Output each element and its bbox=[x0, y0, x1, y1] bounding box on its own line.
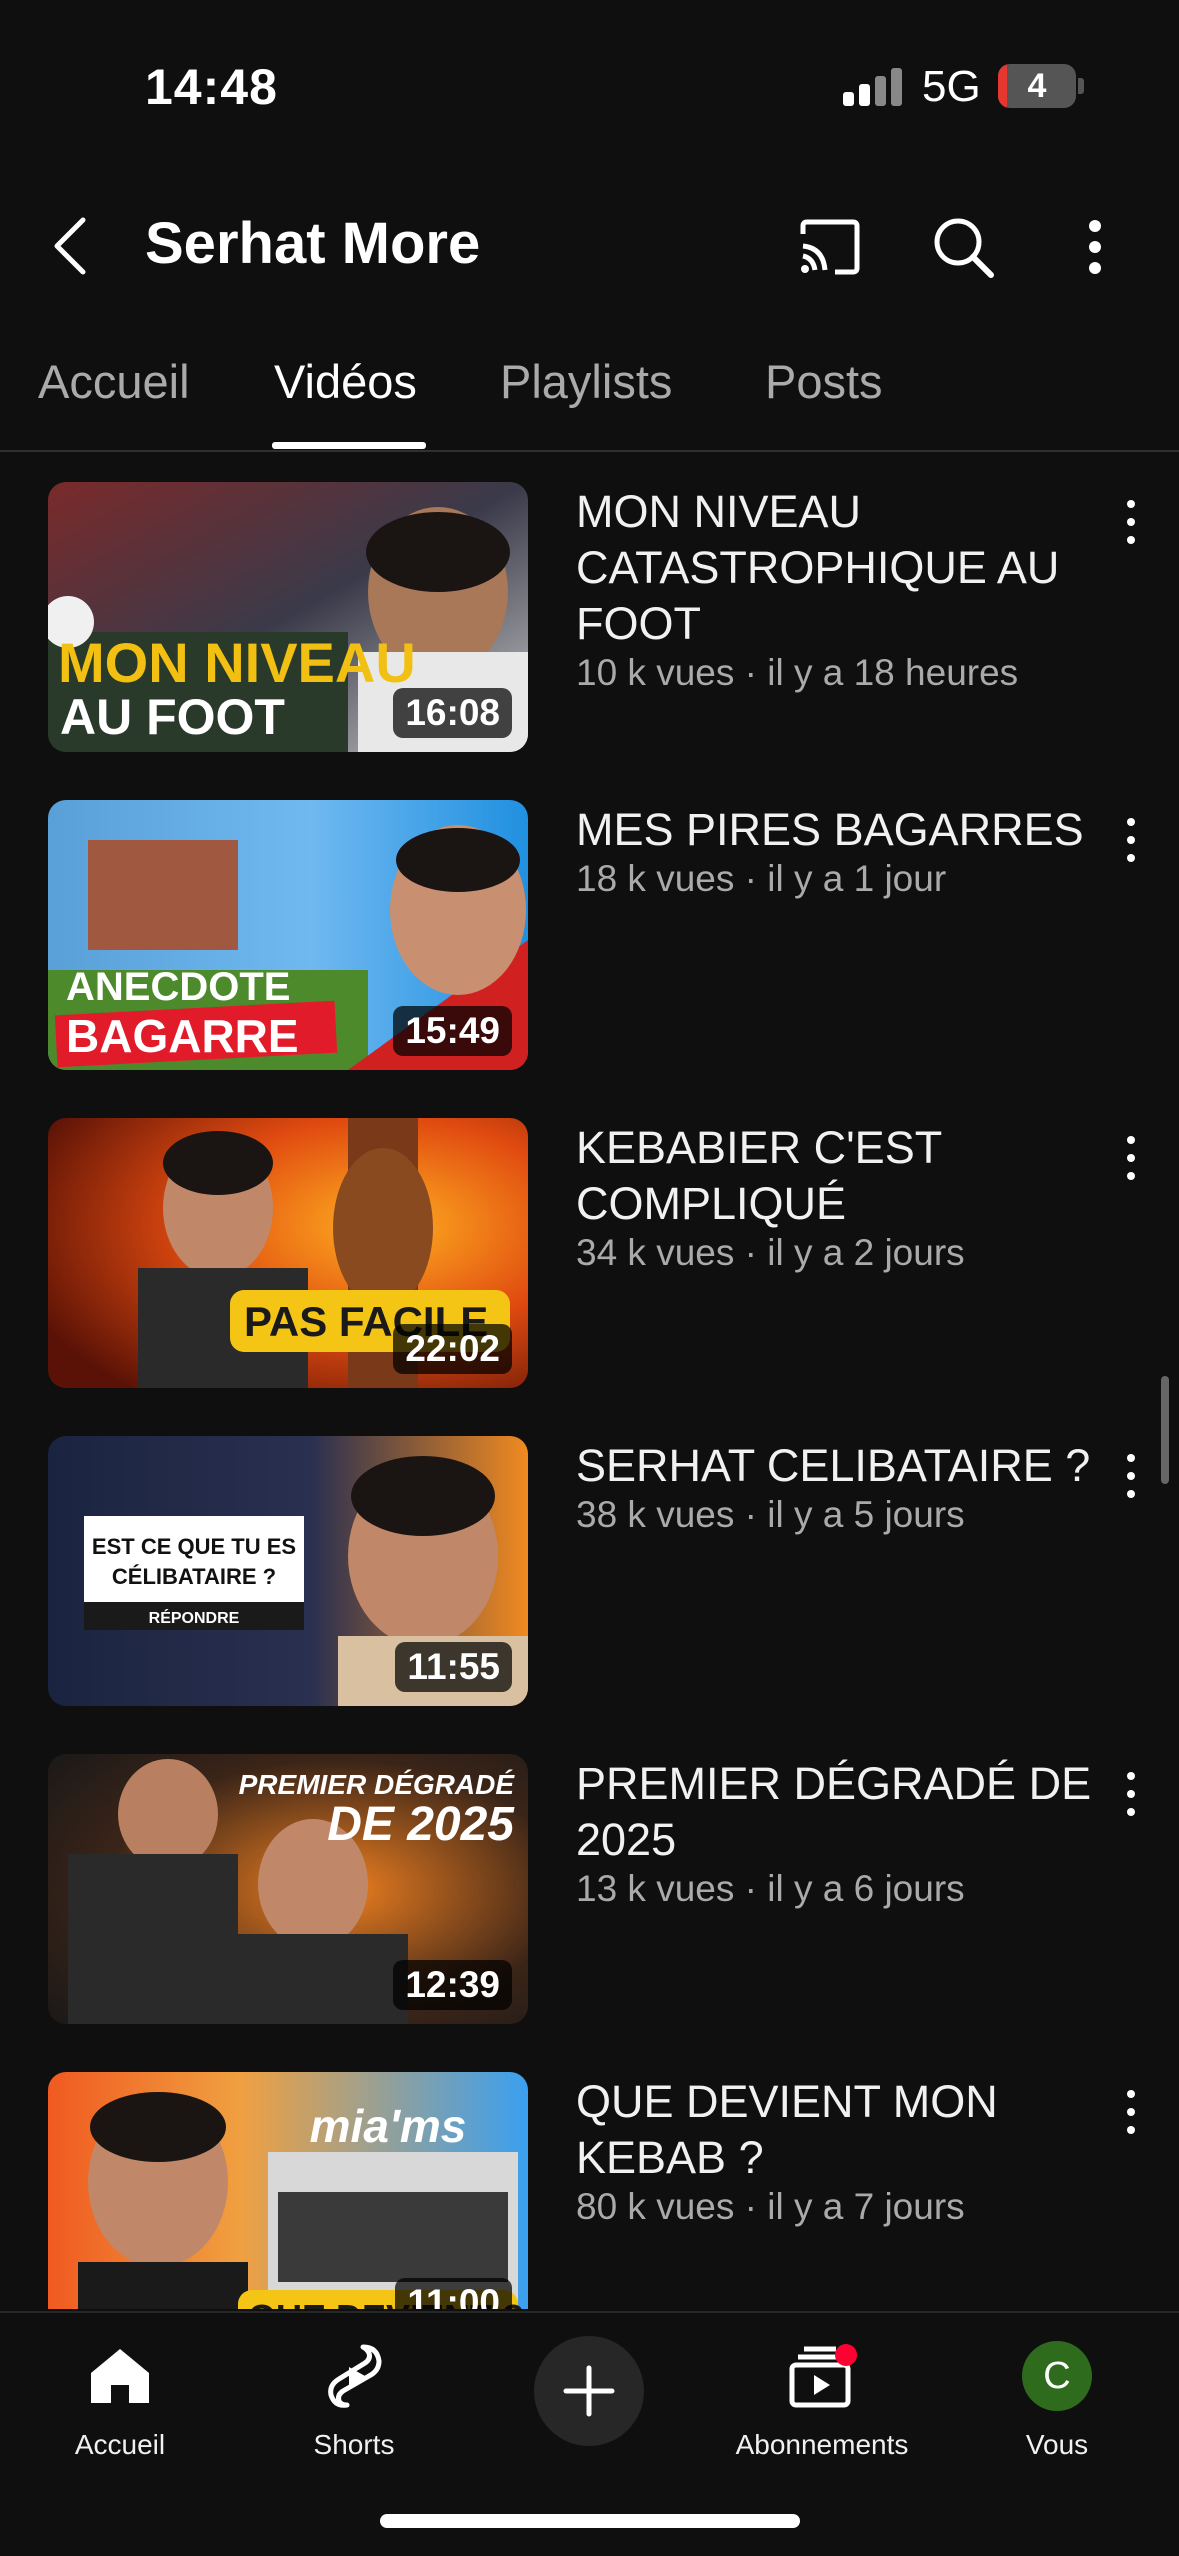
plus-icon bbox=[563, 2365, 615, 2417]
video-meta: SERHAT CELIBATAIRE ? 38 k vues · il y a … bbox=[576, 1438, 1096, 1536]
subscriptions-icon bbox=[789, 2344, 857, 2408]
video-list: MON NIVEAU AU FOOT 16:08 MON NIVEAU CATA… bbox=[0, 454, 1179, 2309]
video-thumbnail[interactable]: ANECDOTE BAGARRE 15:49 bbox=[48, 800, 528, 1070]
nav-home[interactable]: Accueil bbox=[20, 2331, 220, 2471]
video-duration: 15:49 bbox=[393, 1006, 512, 1056]
chevron-left-icon bbox=[54, 217, 86, 275]
channel-tabs: Accueil Vidéos Playlists Posts bbox=[0, 340, 1179, 452]
nav-shorts[interactable]: Shorts bbox=[254, 2331, 454, 2471]
home-icon bbox=[91, 2349, 149, 2403]
nav-subscriptions[interactable]: Abonnements bbox=[722, 2331, 922, 2471]
battery-icon: 4 bbox=[998, 64, 1076, 108]
video-item[interactable]: PAS FACILE 22:02 KEBABIER C'EST COMPLIQU… bbox=[0, 1090, 1179, 1408]
video-menu-button[interactable] bbox=[1112, 1446, 1148, 1506]
status-bar: 14:48 5G 4 bbox=[0, 0, 1179, 170]
video-thumbnail[interactable]: EST CE QUE TU ES CÉLIBATAIRE ? RÉPONDRE … bbox=[48, 1436, 528, 1706]
status-time: 14:48 bbox=[145, 59, 278, 115]
video-duration: 11:55 bbox=[395, 1642, 512, 1692]
cast-icon bbox=[800, 219, 860, 275]
nav-you-label: Vous bbox=[1025, 2429, 1089, 2460]
shorts-icon bbox=[328, 2344, 382, 2408]
thumb-text: ANECDOTE bbox=[66, 965, 290, 1009]
video-item[interactable]: MON NIVEAU AU FOOT 16:08 MON NIVEAU CATA… bbox=[0, 454, 1179, 772]
video-menu-button[interactable] bbox=[1112, 810, 1148, 870]
video-thumbnail[interactable]: mia'ms QUE DEVIENT ? 11:00 bbox=[48, 2072, 528, 2309]
video-thumbnail[interactable]: MON NIVEAU AU FOOT 16:08 bbox=[48, 482, 528, 752]
avatar: C bbox=[1022, 2341, 1092, 2411]
thumb-text: CÉLIBATAIRE ? bbox=[112, 1564, 276, 1589]
thumb-text: DE 2025 bbox=[327, 1798, 515, 1851]
video-stats: 13 k vues · il y a 6 jours bbox=[576, 1868, 965, 1909]
video-title[interactable]: MES PIRES BAGARRES bbox=[576, 802, 1096, 858]
thumb-text: PREMIER DÉGRADÉ bbox=[239, 1769, 516, 1800]
thumb-text: mia'ms bbox=[310, 2100, 467, 2152]
video-item[interactable]: ANECDOTE BAGARRE 15:49 MES PIRES BAGARRE… bbox=[0, 772, 1179, 1090]
video-stats: 10 k vues · il y a 18 heures bbox=[576, 652, 1019, 693]
cast-button[interactable] bbox=[795, 212, 865, 282]
video-duration: 16:08 bbox=[393, 688, 512, 738]
nav-you[interactable]: C Vous bbox=[957, 2331, 1157, 2471]
active-tab-indicator bbox=[272, 442, 426, 449]
battery-level: 4 bbox=[1027, 67, 1047, 105]
video-menu-button[interactable] bbox=[1112, 1128, 1148, 1188]
video-stats: 34 k vues · il y a 2 jours bbox=[576, 1232, 965, 1273]
video-menu-button[interactable] bbox=[1112, 2082, 1148, 2142]
thumb-text: BAGARRE bbox=[66, 1010, 299, 1062]
video-meta: PREMIER DÉGRADÉ DE 2025 13 k vues · il y… bbox=[576, 1756, 1096, 1910]
thumb-text: RÉPONDRE bbox=[149, 1608, 240, 1627]
nav-shorts-label: Shorts bbox=[313, 2429, 395, 2460]
video-duration: 22:02 bbox=[393, 1324, 512, 1374]
video-title[interactable]: PREMIER DÉGRADÉ DE 2025 bbox=[576, 1756, 1096, 1868]
create-button[interactable] bbox=[534, 2336, 644, 2446]
scrollbar[interactable] bbox=[1161, 1376, 1169, 1484]
video-item[interactable]: EST CE QUE TU ES CÉLIBATAIRE ? RÉPONDRE … bbox=[0, 1408, 1179, 1726]
thumb-text: MON NIVEAU bbox=[58, 631, 416, 694]
search-button[interactable] bbox=[928, 212, 998, 282]
more-vertical-icon bbox=[1089, 220, 1101, 274]
video-thumbnail[interactable]: PAS FACILE 22:02 bbox=[48, 1118, 528, 1388]
more-options-button[interactable] bbox=[1060, 212, 1130, 282]
nav-home-label: Accueil bbox=[74, 2429, 166, 2460]
tab-accueil[interactable]: Accueil bbox=[38, 354, 190, 409]
video-meta: MES PIRES BAGARRES 18 k vues · il y a 1 … bbox=[576, 802, 1096, 900]
search-icon bbox=[934, 218, 994, 278]
video-menu-button[interactable] bbox=[1112, 1764, 1148, 1824]
video-stats: 80 k vues · il y a 7 jours bbox=[576, 2186, 965, 2227]
battery-cap bbox=[1078, 78, 1084, 94]
video-item[interactable]: mia'ms QUE DEVIENT ? 11:00 QUE DEVIENT M… bbox=[0, 2044, 1179, 2309]
channel-header: Serhat More bbox=[0, 190, 1179, 300]
video-meta: KEBABIER C'EST COMPLIQUÉ 34 k vues · il … bbox=[576, 1120, 1096, 1274]
page: 14:48 5G 4 Serhat More Accueil Vidéos Pl… bbox=[0, 0, 1179, 2556]
channel-title: Serhat More bbox=[145, 211, 481, 276]
video-title[interactable]: QUE DEVIENT MON KEBAB ? bbox=[576, 2074, 1096, 2186]
thumb-text: AU FOOT bbox=[60, 689, 285, 745]
video-title[interactable]: KEBABIER C'EST COMPLIQUÉ bbox=[576, 1120, 1096, 1232]
tab-videos[interactable]: Vidéos bbox=[274, 354, 417, 409]
back-button[interactable] bbox=[45, 214, 99, 278]
thumb-text: EST CE QUE TU ES bbox=[92, 1534, 296, 1559]
notification-dot bbox=[835, 2344, 857, 2366]
video-title[interactable]: SERHAT CELIBATAIRE ? bbox=[576, 1438, 1096, 1494]
video-item[interactable]: PREMIER DÉGRADÉ DE 2025 12:39 PREMIER DÉ… bbox=[0, 1726, 1179, 2044]
cellular-signal-icon bbox=[843, 68, 905, 106]
video-title[interactable]: MON NIVEAU CATASTROPHIQUE AU FOOT bbox=[576, 484, 1096, 652]
nav-subscriptions-label: Abonnements bbox=[735, 2429, 909, 2460]
video-duration: 11:00 bbox=[395, 2278, 512, 2309]
video-menu-button[interactable] bbox=[1112, 492, 1148, 552]
network-type: 5G bbox=[922, 62, 981, 111]
video-meta: MON NIVEAU CATASTROPHIQUE AU FOOT 10 k v… bbox=[576, 484, 1096, 694]
home-indicator[interactable] bbox=[380, 2514, 800, 2528]
video-thumbnail[interactable]: PREMIER DÉGRADÉ DE 2025 12:39 bbox=[48, 1754, 528, 2024]
video-meta: QUE DEVIENT MON KEBAB ? 80 k vues · il y… bbox=[576, 2074, 1096, 2228]
tab-posts[interactable]: Posts bbox=[765, 354, 883, 409]
tab-playlists[interactable]: Playlists bbox=[500, 354, 672, 409]
video-duration: 12:39 bbox=[393, 1960, 512, 2010]
video-stats: 38 k vues · il y a 5 jours bbox=[576, 1494, 965, 1535]
video-stats: 18 k vues · il y a 1 jour bbox=[576, 858, 947, 899]
